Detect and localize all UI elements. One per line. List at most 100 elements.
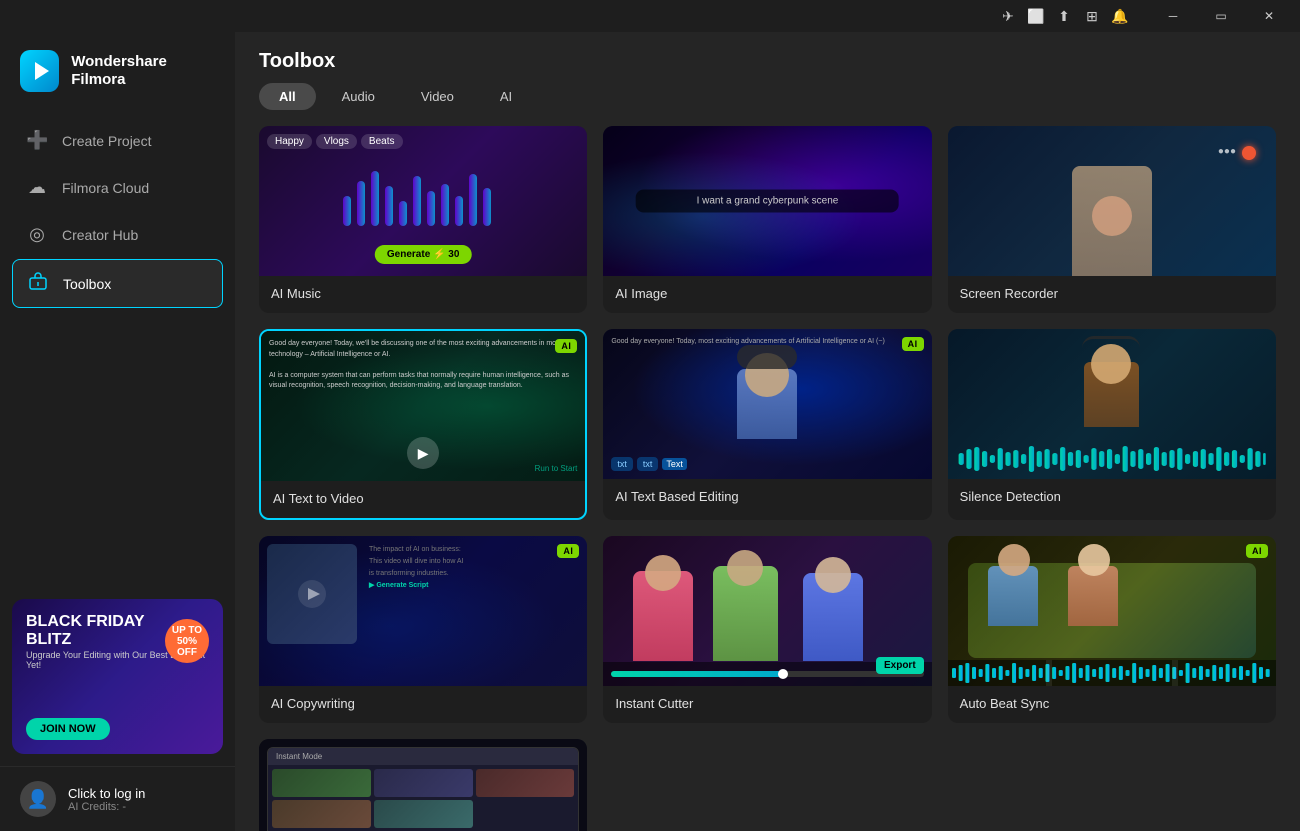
app-logo: Wondershare Filmora <box>0 32 235 110</box>
filter-ai[interactable]: AI <box>480 83 532 110</box>
sidebar-item-label: Toolbox <box>63 276 111 292</box>
tag-happy: Happy <box>267 134 312 149</box>
maximize-button[interactable]: ▭ <box>1198 0 1244 32</box>
tool-thumb-beat-sync: AI <box>948 536 1276 686</box>
tool-label-silence-detection: Silence Detection <box>948 479 1276 516</box>
text-highlight: Text <box>662 458 687 470</box>
text-video-description: Good day everyone! Today, we'll be discu… <box>269 339 577 392</box>
tool-thumb-ai-music: Happy Vlogs Beats <box>259 126 587 276</box>
tool-thumb-silence-detection <box>948 329 1276 479</box>
copy-text-lines: The impact of AI on business: This video… <box>369 544 579 592</box>
tools-grid: Happy Vlogs Beats <box>259 126 1276 831</box>
text-edit-bar: txt txt Text <box>611 457 923 471</box>
tool-label-auto-beat-sync: Auto Beat Sync <box>948 686 1276 723</box>
cyberpunk-prompt: I want a grand cyberpunk scene <box>636 190 899 213</box>
tool-thumb-text-based-editing: AI txt txt <box>603 329 931 479</box>
close-button[interactable]: ✕ <box>1246 0 1292 32</box>
tool-label-ai-music: AI Music <box>259 276 587 313</box>
bell-icon[interactable]: 🔔 <box>1110 6 1130 26</box>
copy-video-box <box>267 544 357 644</box>
instant-mode-thumb-3 <box>476 769 575 797</box>
tool-card-auto-beat-sync[interactable]: AI <box>948 536 1276 723</box>
title-bar: ✈ ⬜ ⬆ ⊞ 🔔 ─ ▭ ✕ <box>0 0 1300 32</box>
tool-card-ai-text-based-editing[interactable]: AI txt txt <box>603 329 931 520</box>
sidebar-item-label: Create Project <box>62 133 151 149</box>
filter-tabs: All Audio Video AI <box>259 83 1276 110</box>
logo-icon <box>20 50 59 92</box>
sidebar-item-label: Creator Hub <box>62 227 138 243</box>
sidebar-item-label: Filmora Cloud <box>62 180 149 196</box>
tool-label-ai-text-to-video: AI Text to Video <box>261 481 585 518</box>
sidebar-user[interactable]: 👤 Click to log in AI Credits: - <box>0 766 235 831</box>
tool-thumb-screen-recorder: ●●● <box>948 126 1276 276</box>
app-title: Wondershare Filmora <box>71 53 215 89</box>
main-content: Toolbox All Audio Video AI Happy Vlogs B… <box>235 32 1300 831</box>
tool-label-ai-image: AI Image <box>603 276 931 313</box>
user-info: Click to log in AI Credits: - <box>68 786 215 813</box>
cloud-nav-icon: ☁ <box>26 177 48 198</box>
play-button: ▶ <box>407 437 439 469</box>
window-controls: ─ ▭ ✕ <box>1150 0 1292 32</box>
tool-card-ai-copywriting[interactable]: AI The impact of AI on business: T <box>259 536 587 723</box>
tool-label-ai-text-based-editing: AI Text Based Editing <box>603 479 931 516</box>
music-tags: Happy Vlogs Beats <box>267 134 403 149</box>
sidebar-item-toolbox[interactable]: Toolbox <box>12 259 223 308</box>
tool-thumb-ai-image: I want a grand cyberpunk scene <box>603 126 931 276</box>
toolbox-icon <box>27 272 49 295</box>
tools-grid-wrapper: Happy Vlogs Beats <box>235 122 1300 831</box>
instant-mode-thumb-5 <box>374 800 473 828</box>
black-friday-ad[interactable]: BLACK FRIDAY BLITZ Upgrade Your Editing … <box>12 599 223 754</box>
instant-mode-thumb-2 <box>374 769 473 797</box>
grid-icon[interactable]: ⊞ <box>1082 6 1102 26</box>
music-visual <box>333 166 513 246</box>
user-avatar: 👤 <box>20 781 56 817</box>
page-title: Toolbox <box>235 32 1300 83</box>
send-icon[interactable]: ✈ <box>998 6 1018 26</box>
create-project-icon: ➕ <box>26 130 48 151</box>
message-icon[interactable]: ⬜ <box>1026 6 1046 26</box>
filter-audio[interactable]: Audio <box>322 83 395 110</box>
ai-badge: AI <box>902 337 924 351</box>
text-tag: txt <box>611 457 633 471</box>
sidebar-item-creator-hub[interactable]: ◎ Creator Hub <box>12 212 223 257</box>
tool-card-ai-text-to-video[interactable]: AI Good day everyone! Today, we'll be di… <box>259 329 587 520</box>
filter-video[interactable]: Video <box>401 83 474 110</box>
sidebar: Wondershare Filmora ➕ Create Project ☁ F… <box>0 32 235 831</box>
tool-card-screen-recorder[interactable]: ●●● Screen Recorder <box>948 126 1276 313</box>
ad-join-button[interactable]: JOIN NOW <box>26 718 110 740</box>
instant-mode-thumb-4 <box>272 800 371 828</box>
tool-card-ai-image[interactable]: I want a grand cyberpunk scene AI Image <box>603 126 931 313</box>
tool-thumb-text-to-video: AI Good day everyone! Today, we'll be di… <box>261 331 585 481</box>
export-button: Export <box>876 657 924 674</box>
cloud-icon[interactable]: ⬆ <box>1054 6 1074 26</box>
tool-card-instant-mode[interactable]: Instant Mode Instant Mode <box>259 739 587 831</box>
tool-thumb-instant-cutter: Export <box>603 536 931 686</box>
user-login-label: Click to log in <box>68 786 215 801</box>
creator-hub-icon: ◎ <box>26 224 48 245</box>
ai-badge: AI <box>555 339 577 353</box>
ai-badge: AI <box>557 544 579 558</box>
sidebar-nav: ➕ Create Project ☁ Filmora Cloud ◎ Creat… <box>0 110 235 316</box>
tool-label-instant-cutter: Instant Cutter <box>603 686 931 723</box>
minimize-button[interactable]: ─ <box>1150 0 1196 32</box>
sidebar-item-filmora-cloud[interactable]: ☁ Filmora Cloud <box>12 165 223 210</box>
tool-card-instant-cutter[interactable]: Export Instant Cutter <box>603 536 931 723</box>
instant-mode-title-bar: Instant Mode <box>268 748 578 765</box>
tool-label-screen-recorder: Screen Recorder <box>948 276 1276 313</box>
generate-button-mini: Generate ⚡ 30 <box>375 245 472 264</box>
tag-beats: Beats <box>361 134 403 149</box>
text-tag2: txt <box>637 457 659 471</box>
tool-thumb-copywriting: AI The impact of AI on business: T <box>259 536 587 686</box>
ai-badge: AI <box>1246 544 1268 558</box>
instant-mode-thumb-1 <box>272 769 371 797</box>
filter-all[interactable]: All <box>259 83 316 110</box>
app-body: Wondershare Filmora ➕ Create Project ☁ F… <box>0 32 1300 831</box>
filter-bar: All Audio Video AI <box>235 83 1300 122</box>
tool-card-silence-detection[interactable]: Silence Detection <box>948 329 1276 520</box>
tool-card-ai-music[interactable]: Happy Vlogs Beats <box>259 126 587 313</box>
sidebar-item-create-project[interactable]: ➕ Create Project <box>12 118 223 163</box>
tool-thumb-instant-mode: Instant Mode <box>259 739 587 831</box>
tool-label-ai-copywriting: AI Copywriting <box>259 686 587 723</box>
instant-mode-grid <box>268 765 578 831</box>
waveform <box>956 445 1268 473</box>
